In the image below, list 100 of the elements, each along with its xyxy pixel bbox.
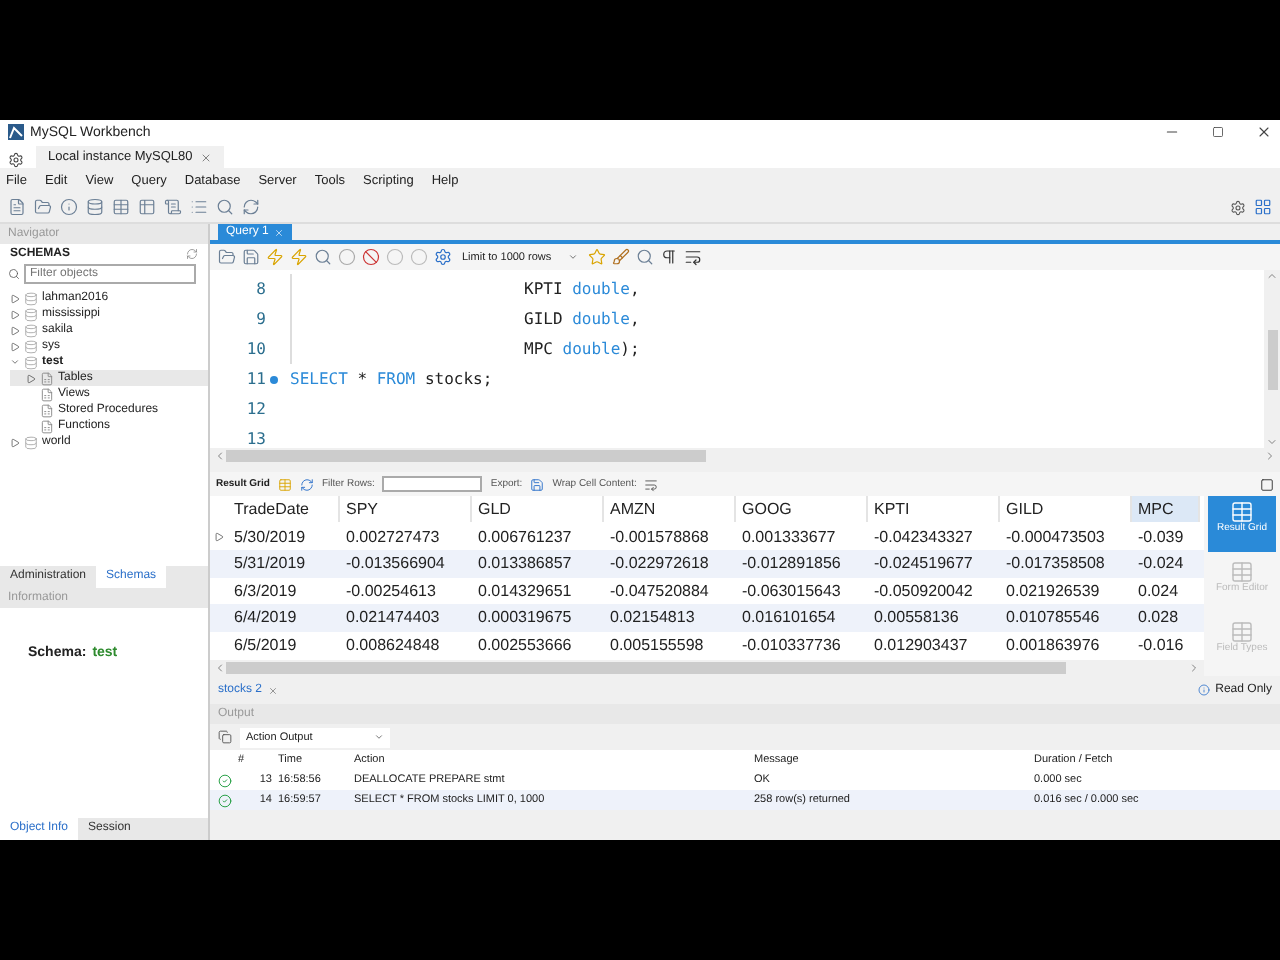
stop-on-error-icon[interactable] (362, 248, 380, 266)
collapsed-arrow-icon[interactable] (26, 373, 36, 383)
rollback-icon[interactable] (410, 248, 428, 266)
code-line: GILD double, (290, 304, 640, 334)
grid-icon (1230, 620, 1254, 644)
beautify-icon[interactable] (612, 248, 630, 266)
caret-icon (568, 252, 578, 262)
line-number: 13 (244, 430, 266, 448)
table-cell-text: -0.039 (1136, 527, 1186, 546)
scroll-left-icon[interactable] (214, 450, 226, 462)
scrollbar-thumb[interactable] (1267, 329, 1277, 389)
table-cell-text: -0.000473503 (1004, 527, 1107, 546)
scrollbar-thumb[interactable] (226, 662, 1066, 674)
database-icon[interactable] (86, 198, 104, 216)
column-header[interactable]: SPY (340, 496, 472, 523)
table-cell-text: -0.00254613 (344, 581, 438, 600)
line-number: 10 (244, 340, 266, 358)
refresh-icon[interactable] (186, 248, 198, 260)
column-header[interactable]: GOOG (736, 496, 868, 523)
stop-icon[interactable] (338, 248, 356, 266)
refresh-icon[interactable] (299, 477, 314, 491)
table-cell-text: 0.008624848 (344, 635, 442, 654)
table-cell-text: 0.024 (1136, 581, 1181, 600)
column-header[interactable]: TradeDate (228, 496, 340, 523)
table-cell-text: -0.047520884 (608, 581, 711, 600)
bookmark-icon[interactable] (588, 248, 606, 266)
grid-icon[interactable] (277, 477, 292, 491)
script-icon[interactable] (164, 198, 182, 216)
execute-line-icon[interactable] (290, 248, 308, 266)
column-header[interactable]: GLD (472, 496, 604, 523)
scroll-down-icon[interactable] (1266, 436, 1278, 448)
table-cell-text: -0.016 (1136, 635, 1186, 654)
table-cell-text: 0.010785546 (1004, 608, 1102, 627)
database-icon (24, 435, 38, 449)
info-icon (1197, 684, 1210, 696)
line-number: 12 (244, 400, 266, 418)
column-header[interactable]: AMZN (604, 496, 736, 523)
caret-icon (374, 732, 384, 742)
scroll-up-icon[interactable] (1266, 270, 1278, 282)
table-cell-text: -0.063015643 (740, 581, 843, 600)
reconnect-icon[interactable] (242, 198, 260, 216)
invisible-chars-icon[interactable] (660, 248, 678, 266)
table-cell-text: 0.021474403 (344, 608, 442, 627)
table-cell-text: 0.013386857 (476, 554, 574, 573)
table-cell-text: 0.005155598 (608, 635, 706, 654)
table-cell-text: -0.013566904 (344, 554, 447, 573)
settings-icon[interactable] (1230, 199, 1246, 215)
wrap-icon[interactable] (684, 248, 702, 266)
table-cell-text: -0.022972618 (608, 554, 711, 573)
info-icon[interactable] (60, 198, 78, 216)
new-file-icon[interactable] (8, 198, 26, 216)
table-cell-text: 5/30/2019 (232, 527, 308, 546)
table-cell-text: 0.012903437 (872, 635, 970, 654)
export-icon[interactable] (530, 477, 545, 491)
scrollbar-thumb[interactable] (226, 450, 706, 462)
list-icon[interactable] (190, 198, 208, 216)
explain-icon[interactable] (314, 248, 332, 266)
collapsed-arrow-icon[interactable] (10, 437, 20, 447)
table-cell-text: 6/3/2019 (232, 581, 299, 600)
execute-icon[interactable] (266, 248, 284, 266)
filter-field[interactable] (382, 476, 483, 492)
panel-toggle-icon[interactable] (1260, 477, 1274, 491)
column-header[interactable]: GILD (1000, 496, 1132, 523)
table-cell-text: -0.024519677 (872, 554, 975, 573)
autocommit-icon[interactable] (434, 248, 452, 266)
open-file-icon[interactable] (34, 198, 52, 216)
table-icon[interactable] (138, 198, 156, 216)
table-cell-text: 5/31/2019 (232, 554, 308, 573)
commit-icon[interactable] (386, 248, 404, 266)
scroll-right-icon[interactable] (1264, 450, 1276, 462)
table-cell-text: -0.017358508 (1004, 554, 1107, 573)
table-cell-text: 0.006761237 (476, 527, 574, 546)
open-file-icon[interactable] (218, 248, 236, 266)
table-cell-text: 0.014329651 (476, 581, 574, 600)
copy-icon[interactable] (218, 730, 232, 744)
search-icon[interactable] (636, 248, 654, 266)
table-cell-text: -0.042343327 (872, 527, 975, 546)
table-cell-text: 0.002553666 (476, 635, 574, 654)
search-icon[interactable] (216, 198, 234, 216)
line-number: 9 (254, 310, 266, 328)
line-number: 8 (254, 280, 266, 298)
maximize-icon[interactable] (1212, 126, 1224, 138)
table-cell-text: 6/4/2019 (232, 608, 299, 627)
table-icon[interactable] (112, 198, 130, 216)
grid-icon (1230, 500, 1254, 524)
close-icon[interactable] (1256, 124, 1272, 140)
column-header[interactable]: MPC (1132, 496, 1200, 523)
search-icon (8, 268, 20, 280)
scroll-right-icon[interactable] (1188, 662, 1200, 674)
table-cell-text: -0.010337736 (740, 635, 843, 654)
table-cell-text: 0.021926539 (1004, 581, 1102, 600)
table-cell-text: 0.002727473 (344, 527, 442, 546)
success-icon (218, 793, 232, 807)
code-line: KPTI double, (290, 274, 640, 304)
table-cell-text: -0.050920042 (872, 581, 975, 600)
table-cell-text: 0.001333677 (740, 527, 838, 546)
table-cell-text: -0.001578868 (608, 527, 711, 546)
layout-icon[interactable] (1254, 198, 1272, 216)
scroll-left-icon[interactable] (214, 662, 226, 674)
save-icon[interactable] (242, 248, 260, 266)
